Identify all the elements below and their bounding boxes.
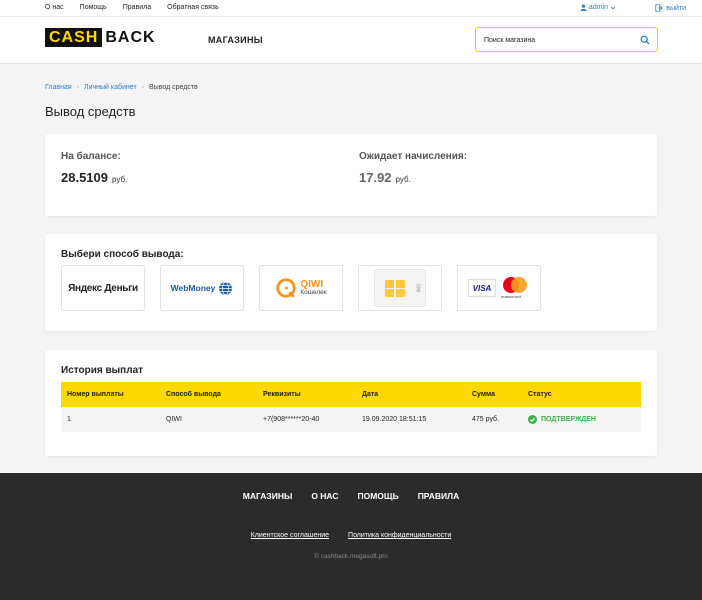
- search-icon[interactable]: [640, 35, 650, 45]
- breadcrumb-current: Вывод средств: [149, 84, 198, 91]
- site-header: CASH BACK МАГАЗИНЫ: [0, 17, 702, 64]
- pending-label: Ожидает начисления:: [359, 151, 468, 162]
- row-number: 1: [67, 416, 71, 423]
- qiwi-sublabel: Кошелек: [300, 288, 327, 296]
- footer-nav: МАГАЗИНЫ О НАС ПОМОЩЬ ПРАВИЛА: [0, 491, 702, 501]
- chevron-down-icon: [610, 6, 616, 10]
- method-title: Выбери способ вывода:: [61, 249, 184, 260]
- footer-links: Клиентское соглашение Политика конфиденц…: [0, 532, 702, 539]
- breadcrumb-cabinet[interactable]: Личный кабинет: [84, 84, 137, 91]
- search-box: [475, 27, 658, 52]
- table-row: 1 QIWI +7(908******20-40 19.09.2020 18:5…: [61, 407, 641, 432]
- top-link-help[interactable]: Помощь: [80, 4, 107, 11]
- balance-block: На балансе: 28.5109 руб.: [61, 151, 127, 185]
- logout-label: выйти: [666, 4, 686, 12]
- logout-link[interactable]: выйти: [655, 4, 686, 12]
- footer-nav-help[interactable]: ПОМОЩЬ: [358, 491, 399, 501]
- check-circle-icon: [528, 415, 537, 424]
- breadcrumb-separator: ›: [141, 84, 145, 91]
- table-header: Номер выплаты Способ вывода Реквизиты Да…: [61, 382, 641, 407]
- history-title: История выплат: [61, 365, 144, 376]
- page-title: Вывод средств: [45, 104, 136, 119]
- row-method: QIWI: [166, 416, 182, 423]
- mastercard-icon: [503, 277, 527, 293]
- balance-label: На балансе:: [61, 151, 121, 162]
- footer-nav-rules[interactable]: ПРАВИЛА: [418, 491, 460, 501]
- balance-currency: руб.: [112, 175, 128, 184]
- method-sim[interactable]: SIM: [358, 265, 442, 311]
- footer-nav-about[interactable]: О НАС: [311, 491, 338, 501]
- mastercard-label: mastercard: [501, 294, 522, 299]
- balance-card: На балансе: 28.5109 руб. Ожидает начисле…: [45, 134, 657, 216]
- search-input[interactable]: [484, 33, 634, 47]
- col-header-method: Способ вывода: [166, 391, 221, 398]
- top-links: О нас Помощь Правила Обратная связь: [45, 4, 219, 11]
- payout-history-card: История выплат Номер выплаты Способ выво…: [45, 350, 657, 456]
- mastercard-logo: mastercard: [500, 276, 530, 300]
- col-header-amount: Сумма: [472, 391, 496, 398]
- withdraw-method-card: Выбери способ вывода: Яндекс Деньги WebM…: [45, 234, 657, 331]
- logout-icon: [655, 4, 663, 12]
- status-badge: ПОДТВЕРЖДЕН: [528, 415, 596, 424]
- col-header-status: Статус: [528, 391, 552, 398]
- logo-back: BACK: [105, 28, 156, 46]
- top-link-feedback[interactable]: Обратная связь: [167, 4, 219, 11]
- row-amount: 475 руб.: [472, 416, 499, 423]
- payout-table: Номер выплаты Способ вывода Реквизиты Да…: [61, 382, 641, 432]
- footer-link-agreement[interactable]: Клиентское соглашение: [251, 532, 329, 539]
- row-details: +7(908******20-40: [263, 416, 320, 423]
- pending-block: Ожидает начисления: 17.92 руб.: [359, 151, 467, 185]
- top-bar: О нас Помощь Правила Обратная связь admi…: [0, 0, 702, 17]
- col-header-number: Номер выплаты: [67, 391, 124, 398]
- row-date: 19.09.2020 18:51:15: [362, 416, 427, 423]
- user-name: admin: [588, 4, 608, 11]
- top-link-about[interactable]: О нас: [45, 4, 64, 11]
- method-webmoney[interactable]: WebMoney: [160, 265, 244, 311]
- footer-nav-shops[interactable]: МАГАЗИНЫ: [243, 491, 293, 501]
- qiwi-icon: [276, 278, 296, 298]
- nav-shops-link[interactable]: МАГАЗИНЫ: [208, 35, 263, 45]
- col-header-details: Реквизиты: [263, 391, 301, 398]
- pending-value: 17.92: [359, 170, 392, 185]
- visa-label: VISA: [472, 283, 492, 293]
- globe-icon: [219, 281, 233, 295]
- sim-label: SIM: [414, 283, 421, 293]
- method-yandex-money[interactable]: Яндекс Деньги: [61, 265, 145, 311]
- user-icon: [580, 4, 587, 11]
- top-link-rules[interactable]: Правила: [123, 4, 151, 11]
- footer-copyright: © cashback.megasoft.pro: [314, 553, 388, 560]
- breadcrumb-home[interactable]: Главная: [45, 84, 72, 91]
- yandex-money-logo: Яндекс Деньги: [68, 282, 138, 294]
- visa-logo: VISA: [468, 279, 496, 297]
- site-footer: МАГАЗИНЫ О НАС ПОМОЩЬ ПРАВИЛА Клиентское…: [0, 473, 702, 600]
- site-logo[interactable]: CASH BACK: [45, 28, 156, 47]
- pending-currency: руб.: [395, 175, 411, 184]
- method-card-visa-mastercard[interactable]: VISA mastercard: [457, 265, 541, 311]
- status-label: ПОДТВЕРЖДЕН: [541, 416, 596, 423]
- webmoney-label: WebMoney: [170, 283, 216, 293]
- footer-link-privacy[interactable]: Политика конфиденциальности: [348, 532, 451, 539]
- breadcrumb-separator: ›: [76, 84, 79, 91]
- logo-cash: CASH: [45, 28, 103, 47]
- method-qiwi[interactable]: QIWI Кошелек: [259, 265, 343, 311]
- col-header-date: Дата: [362, 391, 379, 398]
- method-list: Яндекс Деньги WebMoney QIWI Кошелек SIM …: [61, 265, 541, 311]
- breadcrumb: Главная › Личный кабинет › Вывод средств: [45, 84, 198, 91]
- balance-value: 28.5109: [61, 170, 108, 185]
- sim-card-icon: SIM: [374, 269, 426, 307]
- user-menu[interactable]: admin: [580, 4, 616, 11]
